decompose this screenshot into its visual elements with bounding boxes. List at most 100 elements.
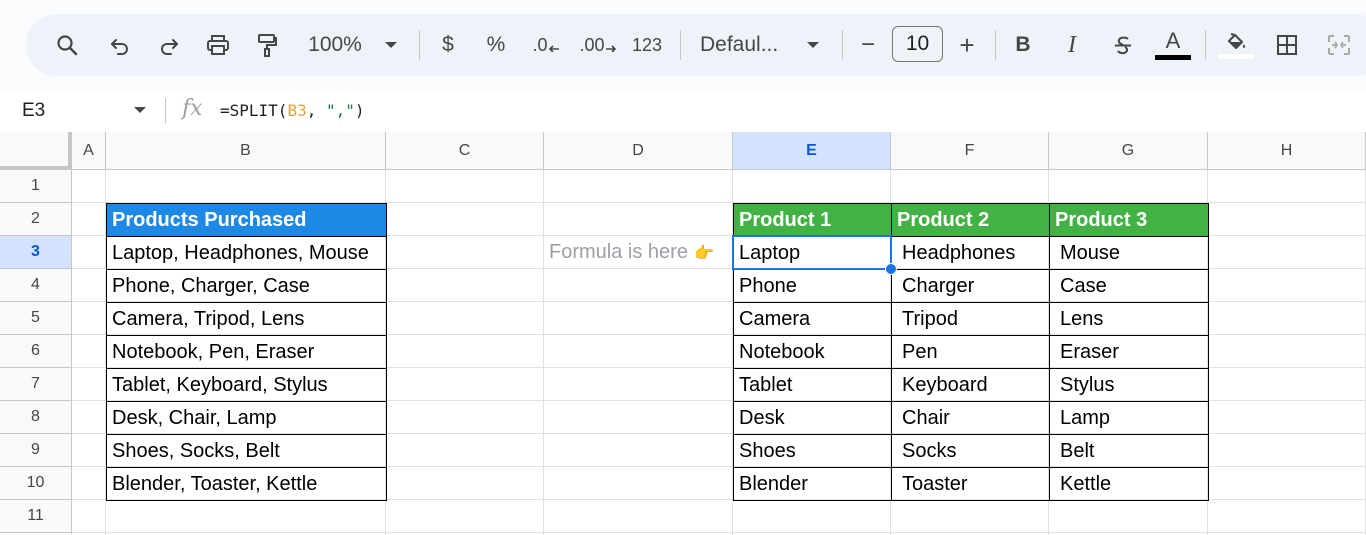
paint-format-icon[interactable] <box>250 27 284 63</box>
more-formats-button[interactable]: 123 <box>628 27 666 63</box>
result-data-cell[interactable]: Eraser <box>1049 335 1209 369</box>
result-data-cell[interactable]: Pen <box>891 335 1050 369</box>
row-header-2[interactable]: 2 <box>0 203 72 236</box>
row-header-11[interactable]: 11 <box>0 500 72 533</box>
formula-note-text: Formula is here <box>549 241 688 263</box>
pointing-hand-icon: 👉 <box>693 244 714 262</box>
row-header-3[interactable]: 3 <box>0 236 72 269</box>
bold-button[interactable]: B <box>1009 27 1037 63</box>
name-box-dropdown-icon[interactable] <box>134 107 146 113</box>
result-data-cell[interactable]: Headphones <box>891 236 1050 270</box>
source-data-cell[interactable]: Phone, Charger, Case <box>106 269 387 303</box>
formula-string: "," <box>325 101 355 120</box>
merge-cells-icon[interactable] <box>1322 27 1356 63</box>
source-header-cell[interactable]: Products Purchased <box>106 203 387 237</box>
result-data-cell[interactable]: Belt <box>1049 434 1209 468</box>
source-data-cell[interactable]: Shoes, Socks, Belt <box>106 434 387 468</box>
result-header-cell[interactable]: Product 3 <box>1049 203 1209 237</box>
result-data-cell[interactable]: Keyboard <box>891 368 1050 402</box>
column-header-h[interactable]: H <box>1208 132 1366 170</box>
result-data-cell[interactable]: Notebook <box>733 335 892 369</box>
result-data-cell[interactable]: Tripod <box>891 302 1050 336</box>
decrease-decimal-button[interactable]: .0 <box>528 27 564 63</box>
result-data-cell[interactable]: Tablet <box>733 368 892 402</box>
source-data-cell[interactable]: Tablet, Keyboard, Stylus <box>106 368 387 402</box>
result-data-cell[interactable]: Mouse <box>1049 236 1209 270</box>
zoom-dropdown-icon[interactable] <box>380 27 402 63</box>
formula-bar-divider <box>165 98 166 124</box>
arrow-right-icon <box>605 45 616 52</box>
text-color-label: A <box>1165 28 1181 53</box>
print-icon[interactable] <box>201 27 235 63</box>
column-header-f[interactable]: F <box>891 132 1049 170</box>
source-data-cell[interactable]: Desk, Chair, Lamp <box>106 401 387 435</box>
spreadsheet-grid[interactable]: A B C D E F G H 1 2 3 4 5 6 7 8 9 10 11 Products Purchased L… <box>0 132 1366 535</box>
formula-note: Formula is here 👉 <box>549 236 714 269</box>
font-size-input[interactable]: 10 <box>892 26 943 62</box>
result-data-cell[interactable]: Kettle <box>1049 467 1209 501</box>
result-data-cell[interactable]: Case <box>1049 269 1209 303</box>
column-header-d[interactable]: D <box>544 132 733 170</box>
percent-format-button[interactable]: % <box>482 27 510 63</box>
zoom-select[interactable]: 100% <box>300 27 370 63</box>
result-data-cell[interactable]: Socks <box>891 434 1050 468</box>
result-data-cell[interactable]: Laptop <box>733 236 892 270</box>
currency-format-button[interactable]: $ <box>434 27 462 63</box>
toolbar-divider <box>842 30 843 60</box>
formula-input[interactable]: =SPLIT(B3, ",") <box>220 90 365 132</box>
strikethrough-icon[interactable] <box>1106 27 1140 63</box>
result-data-cell[interactable]: Lamp <box>1049 401 1209 435</box>
font-dropdown-icon[interactable] <box>802 27 824 63</box>
row-header-9[interactable]: 9 <box>0 434 72 467</box>
column-header-a[interactable]: A <box>72 132 106 170</box>
search-icon[interactable] <box>50 27 84 63</box>
source-data-cell[interactable]: Laptop, Headphones, Mouse <box>106 236 387 270</box>
gridline-vertical <box>543 170 544 535</box>
name-box[interactable]: E3 <box>22 90 45 132</box>
formula-reference: B3 <box>287 101 307 120</box>
result-data-cell[interactable]: Stylus <box>1049 368 1209 402</box>
row-header-6[interactable]: 6 <box>0 335 72 368</box>
toolbar-divider <box>995 30 996 60</box>
result-data-cell[interactable]: Camera <box>733 302 892 336</box>
column-header-c[interactable]: C <box>386 132 544 170</box>
fill-handle[interactable] <box>885 263 897 275</box>
row-header-7[interactable]: 7 <box>0 368 72 401</box>
font-select[interactable]: Defaul... <box>700 27 792 63</box>
row-header-1[interactable]: 1 <box>0 170 72 203</box>
row-header-4[interactable]: 4 <box>0 269 72 302</box>
column-header-e[interactable]: E <box>733 132 891 170</box>
row-header-10[interactable]: 10 <box>0 467 72 500</box>
text-color-button[interactable]: A <box>1154 27 1192 63</box>
source-data-cell[interactable]: Camera, Tripod, Lens <box>106 302 387 336</box>
borders-icon[interactable] <box>1270 27 1304 63</box>
result-header-cell[interactable]: Product 1 <box>733 203 892 237</box>
source-data-cell[interactable]: Notebook, Pen, Eraser <box>106 335 387 369</box>
result-header-cell[interactable]: Product 2 <box>891 203 1050 237</box>
row-header-5[interactable]: 5 <box>0 302 72 335</box>
result-data-cell[interactable]: Charger <box>891 269 1050 303</box>
row-header-8[interactable]: 8 <box>0 401 72 434</box>
result-data-cell[interactable]: Lens <box>1049 302 1209 336</box>
formula-bar: E3 fx =SPLIT(B3, ",") <box>0 90 1366 132</box>
result-data-cell[interactable]: Chair <box>891 401 1050 435</box>
result-data-cell[interactable]: Desk <box>733 401 892 435</box>
source-data-cell[interactable]: Blender, Toaster, Kettle <box>106 467 387 501</box>
result-data-cell[interactable]: Toaster <box>891 467 1050 501</box>
column-header-g[interactable]: G <box>1049 132 1208 170</box>
select-all-corner[interactable] <box>0 132 72 170</box>
increase-font-size-button[interactable]: + <box>953 27 981 63</box>
fill-color-icon[interactable] <box>1217 27 1255 63</box>
fill-color-swatch <box>1218 54 1254 59</box>
column-header-b[interactable]: B <box>106 132 386 170</box>
text-color-swatch <box>1155 55 1191 60</box>
italic-button[interactable]: I <box>1058 27 1086 63</box>
result-data-cell[interactable]: Shoes <box>733 434 892 468</box>
redo-icon[interactable] <box>152 27 186 63</box>
result-data-cell[interactable]: Blender <box>733 467 892 501</box>
undo-icon[interactable] <box>103 27 137 63</box>
result-data-cell[interactable]: Phone <box>733 269 892 303</box>
gridline-horizontal <box>72 532 1366 533</box>
decrease-font-size-button[interactable]: − <box>854 27 882 63</box>
increase-decimal-button[interactable]: .00 <box>578 27 618 63</box>
